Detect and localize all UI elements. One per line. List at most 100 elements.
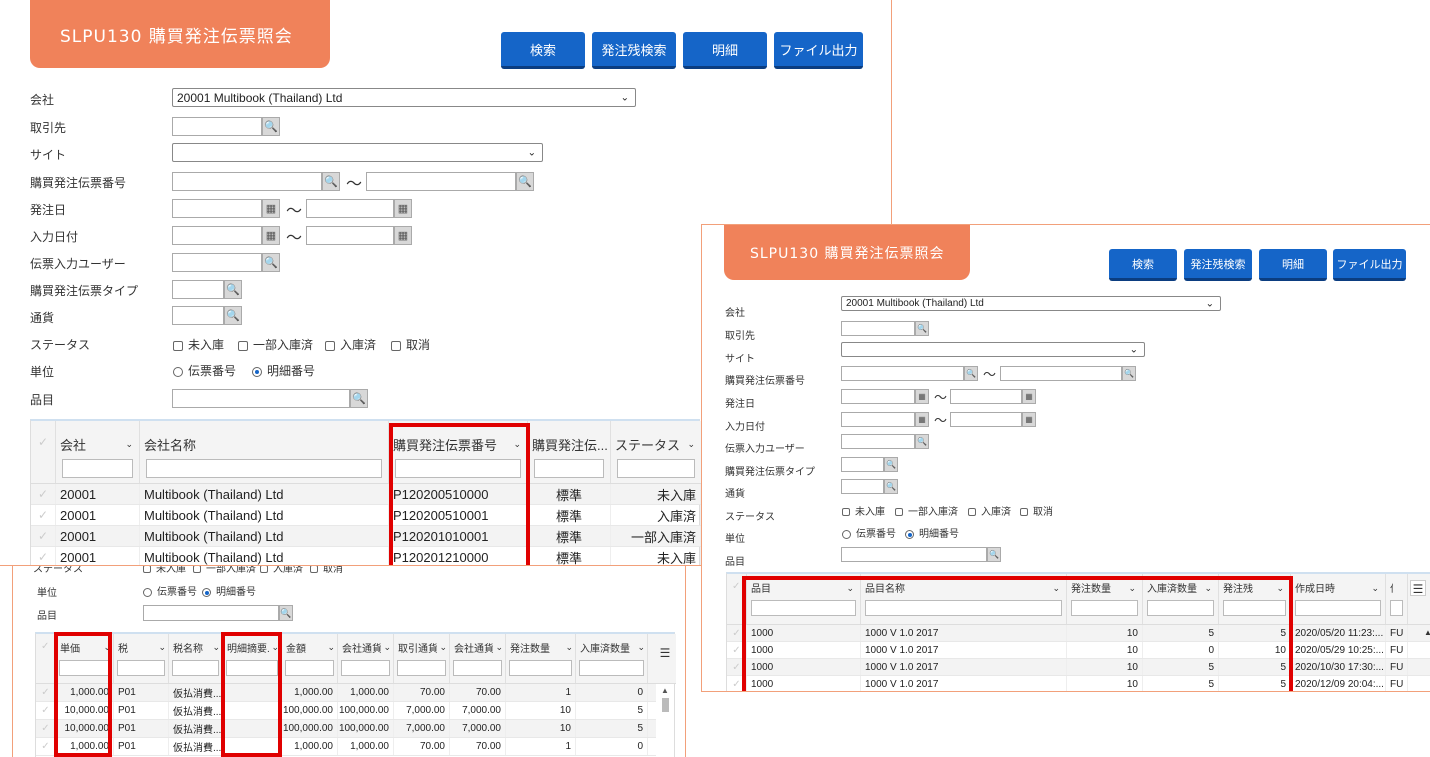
unit-option-line[interactable]: 明細番号 <box>202 583 256 598</box>
search-icon[interactable]: 🔍 <box>279 605 293 621</box>
input-date-to-input[interactable] <box>306 226 394 245</box>
status-option[interactable]: 未入庫 <box>842 503 885 518</box>
site-select[interactable]: ⌄ <box>172 143 543 162</box>
search-icon[interactable]: 🔍 <box>322 172 340 191</box>
filter-input[interactable] <box>579 660 644 676</box>
status-option[interactable]: 一部入庫済 <box>895 503 958 518</box>
input-date-to-input[interactable] <box>950 412 1022 427</box>
order-date-from-input[interactable] <box>172 199 262 218</box>
table-row[interactable]: ✓ 1,000.00 P01 仮払消費... 1,000.00 1,000.00 70.00… <box>36 684 656 702</box>
company-select[interactable]: 20001 Multibook (Thailand) Ltd ⌄ <box>172 88 636 107</box>
search-icon[interactable]: 🔍 <box>262 117 280 136</box>
input-date-from-input[interactable] <box>841 412 915 427</box>
col-header[interactable]: 税 ⌄ <box>114 634 169 683</box>
col-header[interactable]: 入庫済数量 ⌄ <box>576 634 648 683</box>
item-input[interactable] <box>143 605 279 621</box>
col-header[interactable]: 会社通貨...⌄ <box>338 634 394 683</box>
table-row[interactable]: ✓ 20001 Multibook (Thailand) Ltd P120201210… <box>31 547 701 565</box>
col-header[interactable]: 作成日時 ⌄ <box>1291 574 1386 624</box>
filter-input[interactable] <box>285 660 334 676</box>
po-number-to-input[interactable] <box>1000 366 1122 381</box>
currency-input[interactable] <box>172 306 224 325</box>
col-header[interactable]: 作 <box>1386 574 1408 624</box>
po-number-from-input[interactable] <box>841 366 964 381</box>
filter-input[interactable] <box>146 459 382 478</box>
search-icon[interactable]: 🔍 <box>1122 366 1136 381</box>
search-icon[interactable]: 🔍 <box>224 306 242 325</box>
unit-option-document[interactable]: 伝票番号 <box>143 583 197 598</box>
unit-option[interactable]: 伝票番号 <box>842 525 896 540</box>
status-option-not-received[interactable]: 未入庫 <box>173 336 224 353</box>
po-number-from-input[interactable] <box>172 172 322 191</box>
hamburger-icon[interactable]: ☰ <box>658 646 672 660</box>
col-header[interactable]: 発注数量 ⌄ <box>506 634 576 683</box>
input-date-from-input[interactable] <box>172 226 262 245</box>
table-row[interactable]: ✓ 1,000.00 P01 仮払消費... 1,000.00 1,000.00 70.00… <box>36 738 656 756</box>
search-icon[interactable]: 🔍 <box>987 547 1001 562</box>
calendar-icon[interactable]: ▦ <box>1022 412 1036 427</box>
scrollbar[interactable]: ▲ <box>660 686 670 756</box>
filter-input[interactable] <box>534 459 604 478</box>
status-option-partial[interactable]: 一部入庫済 <box>238 336 313 353</box>
status-option[interactable]: 入庫済 <box>968 503 1011 518</box>
row-check[interactable]: ✓ <box>31 505 56 525</box>
filter-input[interactable] <box>62 459 133 478</box>
search-button[interactable]: 検索 <box>501 32 585 69</box>
calendar-icon[interactable]: ▦ <box>394 226 412 245</box>
remaining-search-button[interactable]: 発注残検索 <box>1184 249 1252 281</box>
col-header-company[interactable]: 会社 ⌄ <box>56 421 140 483</box>
row-check[interactable]: ✓ <box>31 547 56 565</box>
search-icon[interactable]: 🔍 <box>224 280 242 299</box>
search-icon[interactable]: 🔍 <box>964 366 978 381</box>
export-button[interactable]: ファイル出力 <box>1333 249 1406 281</box>
row-check[interactable]: ✓ <box>36 684 56 701</box>
calendar-icon[interactable]: ▦ <box>915 412 929 427</box>
table-row[interactable]: ✓ 10,000.00 P01 仮払消費... 100,000.00 100,000.00… <box>36 702 656 720</box>
filter-input[interactable] <box>397 660 446 676</box>
calendar-icon[interactable]: ▦ <box>915 389 929 404</box>
order-date-from-input[interactable] <box>841 389 915 404</box>
export-button[interactable]: ファイル出力 <box>774 32 863 69</box>
po-number-to-input[interactable] <box>366 172 516 191</box>
calendar-icon[interactable]: ▦ <box>262 226 280 245</box>
filter-input[interactable] <box>341 660 390 676</box>
table-row[interactable]: ✓ 20001 Multibook (Thailand) Ltd P120200510… <box>31 505 701 526</box>
currency-input[interactable] <box>841 479 884 494</box>
item-input[interactable] <box>172 389 350 408</box>
input-user-input[interactable] <box>172 253 262 272</box>
calendar-icon[interactable]: ▦ <box>262 199 280 218</box>
order-date-to-input[interactable] <box>950 389 1022 404</box>
row-check[interactable]: ✓ <box>36 702 56 719</box>
unit-option[interactable]: 明細番号 <box>905 525 959 540</box>
search-icon[interactable]: 🔍 <box>262 253 280 272</box>
item-input[interactable] <box>841 547 987 562</box>
company-select[interactable]: 20001 Multibook (Thailand) Ltd ⌄ <box>841 296 1221 311</box>
filter-input[interactable] <box>117 660 165 676</box>
partner-input[interactable] <box>172 117 262 136</box>
row-check[interactable]: ✓ <box>36 720 56 737</box>
site-select[interactable]: ⌄ <box>841 342 1145 357</box>
search-icon[interactable]: 🔍 <box>516 172 534 191</box>
col-header[interactable]: 税名称 ⌄ <box>169 634 223 683</box>
row-check[interactable]: ✓ <box>36 738 56 755</box>
partner-input[interactable] <box>841 321 915 336</box>
remaining-search-button[interactable]: 発注残検索 <box>592 32 676 69</box>
po-type-input[interactable] <box>841 457 884 472</box>
table-row[interactable]: ✓ 20001 Multibook (Thailand) Ltd P120200510… <box>31 484 701 505</box>
col-header[interactable]: 会社通貨...⌄ <box>450 634 506 683</box>
col-header-po-type[interactable]: 購買発注伝... <box>528 421 611 483</box>
order-date-to-input[interactable] <box>306 199 394 218</box>
status-option-received[interactable]: 入庫済 <box>325 336 376 353</box>
col-header-status[interactable]: ステータス ⌄ <box>611 421 701 483</box>
input-user-input[interactable] <box>841 434 915 449</box>
filter-input[interactable] <box>617 459 695 478</box>
search-icon[interactable]: 🔍 <box>884 457 898 472</box>
search-button[interactable]: 検索 <box>1109 249 1177 281</box>
unit-option-document[interactable]: 伝票番号 <box>173 362 236 379</box>
col-header-company-name[interactable]: 会社名称 <box>140 421 389 483</box>
calendar-icon[interactable]: ▦ <box>1022 389 1036 404</box>
filter-input[interactable] <box>453 660 502 676</box>
search-icon[interactable]: 🔍 <box>350 389 368 408</box>
row-check[interactable]: ✓ <box>31 526 56 546</box>
status-option-cancelled[interactable]: 取消 <box>391 336 430 353</box>
